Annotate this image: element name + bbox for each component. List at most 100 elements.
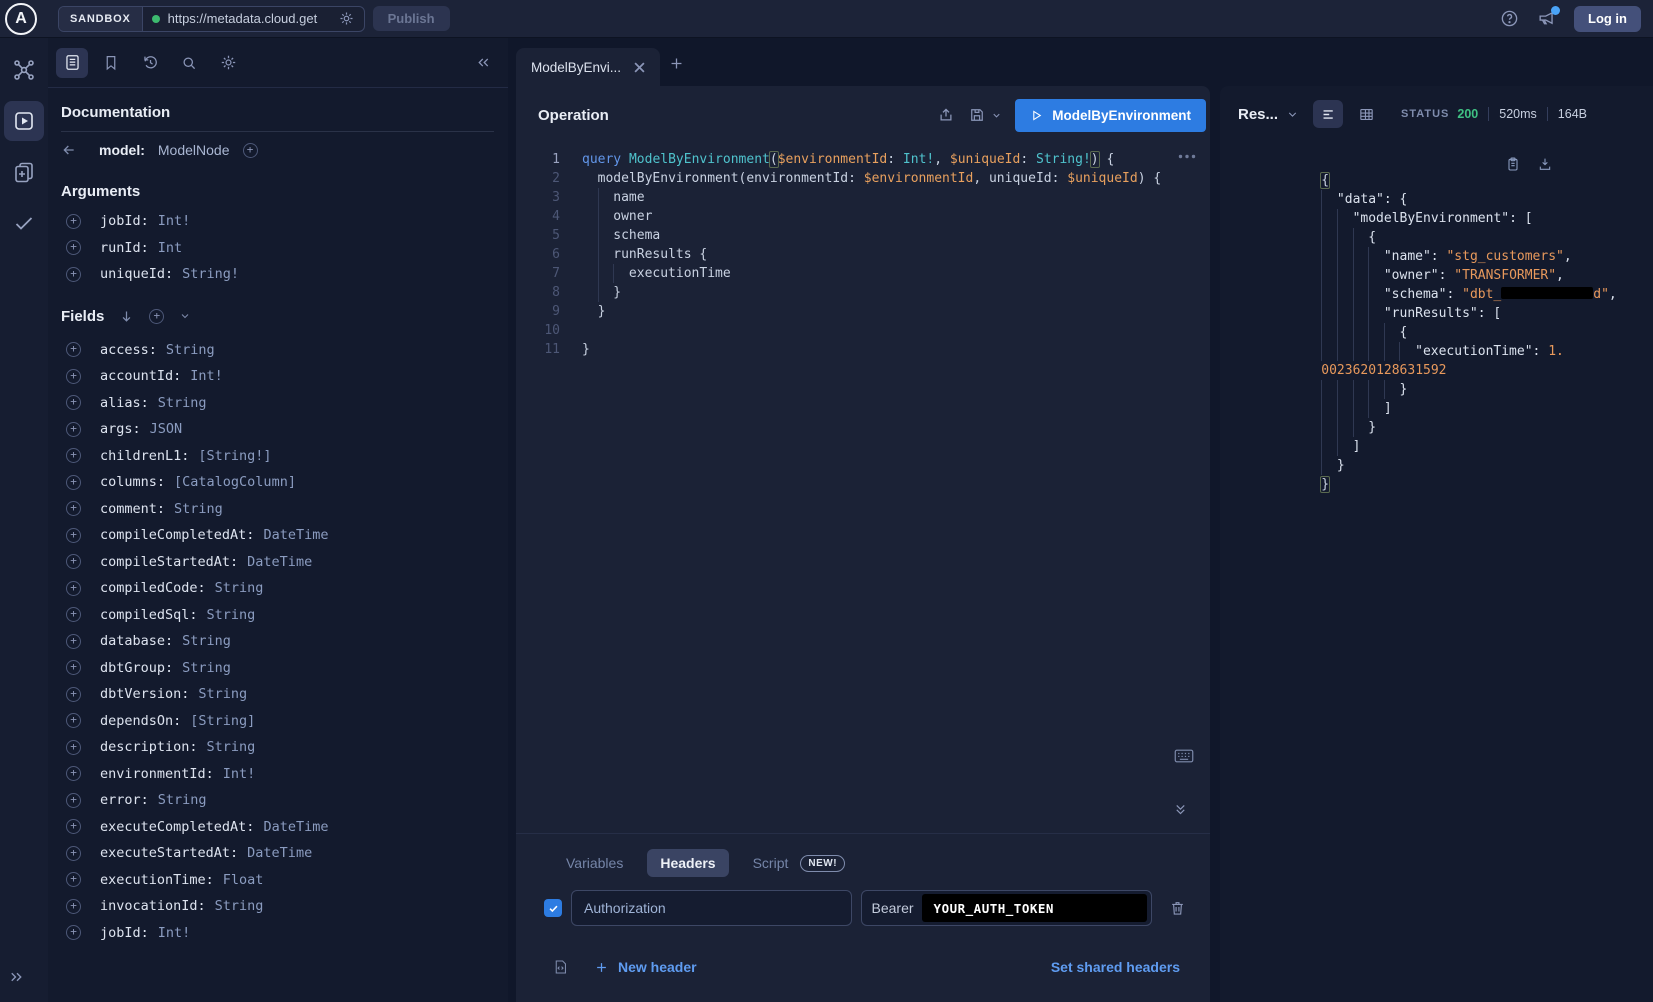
new-header-button[interactable]: New header (594, 959, 697, 975)
header-enabled-checkbox[interactable] (544, 899, 562, 917)
close-tab-icon[interactable] (634, 62, 645, 73)
field-type-link[interactable]: JSON (150, 421, 183, 437)
header-value-input[interactable]: Bearer YOUR_AUTH_TOKEN (861, 890, 1152, 926)
explorer-nav-icon[interactable] (4, 101, 44, 141)
field-type-link[interactable]: String (182, 633, 231, 649)
add-field-icon[interactable]: + (66, 634, 81, 649)
endpoint-url[interactable]: https://metadata.cloud.get (168, 11, 330, 26)
add-field-icon[interactable]: + (66, 607, 81, 622)
editor-line[interactable]: 9 } (516, 302, 1210, 321)
set-shared-headers-link[interactable]: Set shared headers (1051, 959, 1180, 975)
add-field-icon[interactable]: + (66, 872, 81, 887)
editor-line[interactable]: 10 (516, 321, 1210, 340)
editor-line[interactable]: 11 } (516, 340, 1210, 359)
endpoint-url-field[interactable]: https://metadata.cloud.get (143, 7, 364, 31)
operation-collections-icon[interactable] (4, 152, 44, 192)
add-field-icon[interactable]: + (66, 342, 81, 357)
field-type-link[interactable]: Int! (158, 925, 191, 941)
editor-line[interactable]: 6 runResults { (516, 245, 1210, 264)
add-field-icon[interactable]: + (66, 766, 81, 781)
table-view-toggle-icon[interactable] (1351, 100, 1381, 128)
endpoint-settings-gear-icon[interactable] (338, 10, 355, 27)
history-tab-icon[interactable] (134, 48, 166, 78)
field-type-link[interactable]: DateTime (247, 554, 312, 570)
add-all-fields-icon[interactable]: + (243, 143, 258, 158)
response-title[interactable]: Res... (1238, 106, 1278, 123)
editor-line[interactable]: 5 schema (516, 226, 1210, 245)
field-type-link[interactable]: String (174, 501, 223, 517)
add-field-icon[interactable]: + (66, 475, 81, 490)
back-arrow-icon[interactable] (61, 142, 77, 158)
operation-tab[interactable]: ModelByEnvi... (516, 48, 660, 86)
add-field-icon[interactable]: + (66, 422, 81, 437)
header-name-input[interactable] (571, 890, 852, 926)
argument-type-link[interactable]: String! (182, 266, 239, 282)
field-type-link[interactable]: String (158, 395, 207, 411)
field-type-link[interactable]: Float (223, 872, 264, 888)
raw-view-toggle-icon[interactable] (1313, 100, 1343, 128)
add-field-icon[interactable]: + (66, 395, 81, 410)
add-field-icon[interactable]: + (66, 581, 81, 596)
search-tab-icon[interactable] (173, 48, 205, 78)
response-dropdown-chevron-icon[interactable] (1286, 108, 1299, 121)
add-field-icon[interactable]: + (66, 501, 81, 516)
field-type-link[interactable]: Int! (190, 368, 223, 384)
editor-line[interactable]: 2 modelByEnvironment(environmentId: $env… (516, 169, 1210, 188)
delete-header-icon[interactable] (1169, 899, 1186, 917)
checks-nav-icon[interactable] (4, 203, 44, 243)
field-type-link[interactable]: String (198, 686, 247, 702)
add-field-icon[interactable]: + (66, 819, 81, 834)
field-type-link[interactable]: String (207, 739, 256, 755)
sort-fields-icon[interactable] (119, 309, 134, 324)
add-argument-icon[interactable]: + (66, 214, 81, 229)
editor-line[interactable]: 7 executionTime (516, 264, 1210, 283)
add-field-icon[interactable]: + (66, 528, 81, 543)
add-field-icon[interactable]: + (66, 448, 81, 463)
add-field-icon[interactable]: + (66, 925, 81, 940)
expand-rail-icon[interactable] (8, 968, 26, 986)
field-type-link[interactable]: String (215, 580, 264, 596)
new-tab-icon[interactable] (668, 55, 685, 72)
login-button[interactable]: Log in (1574, 6, 1641, 32)
argument-type-link[interactable]: Int! (158, 213, 191, 229)
run-operation-button[interactable]: ModelByEnvironment (1015, 99, 1206, 132)
add-field-icon[interactable]: + (66, 793, 81, 808)
field-type-link[interactable]: DateTime (263, 819, 328, 835)
argument-type-link[interactable]: Int (158, 240, 182, 256)
breadcrumb-type-link[interactable]: ModelNode (158, 142, 230, 158)
field-type-link[interactable]: Int! (223, 766, 256, 782)
field-type-link[interactable]: String (182, 660, 231, 676)
add-argument-icon[interactable]: + (66, 267, 81, 282)
field-type-link[interactable]: [String!] (198, 448, 271, 464)
editor-line[interactable]: 3 name (516, 188, 1210, 207)
schema-nav-icon[interactable] (4, 50, 44, 90)
publish-button[interactable]: Publish (373, 6, 450, 31)
field-type-link[interactable]: [CatalogColumn] (174, 474, 296, 490)
field-type-link[interactable]: String (158, 792, 207, 808)
edit-headers-as-code-icon[interactable] (552, 958, 569, 976)
editor-line[interactable]: 4 owner (516, 207, 1210, 226)
tab-variables[interactable]: Variables (566, 855, 623, 871)
field-type-link[interactable]: String (215, 898, 264, 914)
add-field-icon[interactable]: + (66, 846, 81, 861)
add-argument-icon[interactable]: + (66, 240, 81, 255)
tab-script[interactable]: Script (753, 855, 789, 871)
add-field-icon[interactable]: + (66, 369, 81, 384)
editor-line[interactable]: 8 } (516, 283, 1210, 302)
field-type-link[interactable]: DateTime (263, 527, 328, 543)
explorer-settings-icon[interactable] (212, 48, 244, 78)
add-fields-icon[interactable]: + (149, 309, 164, 324)
tab-headers[interactable]: Headers (647, 849, 728, 877)
field-type-link[interactable]: String (166, 342, 215, 358)
keyboard-shortcuts-icon[interactable] (1174, 748, 1194, 764)
field-type-link[interactable]: String (207, 607, 256, 623)
apollo-logo-icon[interactable]: A (5, 3, 37, 35)
add-field-icon[interactable]: + (66, 740, 81, 755)
save-options-chevron-icon[interactable] (991, 110, 1002, 121)
add-field-icon[interactable]: + (66, 660, 81, 675)
field-type-link[interactable]: DateTime (247, 845, 312, 861)
bookmarks-tab-icon[interactable] (95, 48, 127, 78)
editor-line[interactable]: 1 query ModelByEnvironment($environmentI… (516, 150, 1210, 169)
operation-editor[interactable]: 1 query ModelByEnvironment($environmentI… (516, 150, 1210, 359)
add-field-icon[interactable]: + (66, 687, 81, 702)
